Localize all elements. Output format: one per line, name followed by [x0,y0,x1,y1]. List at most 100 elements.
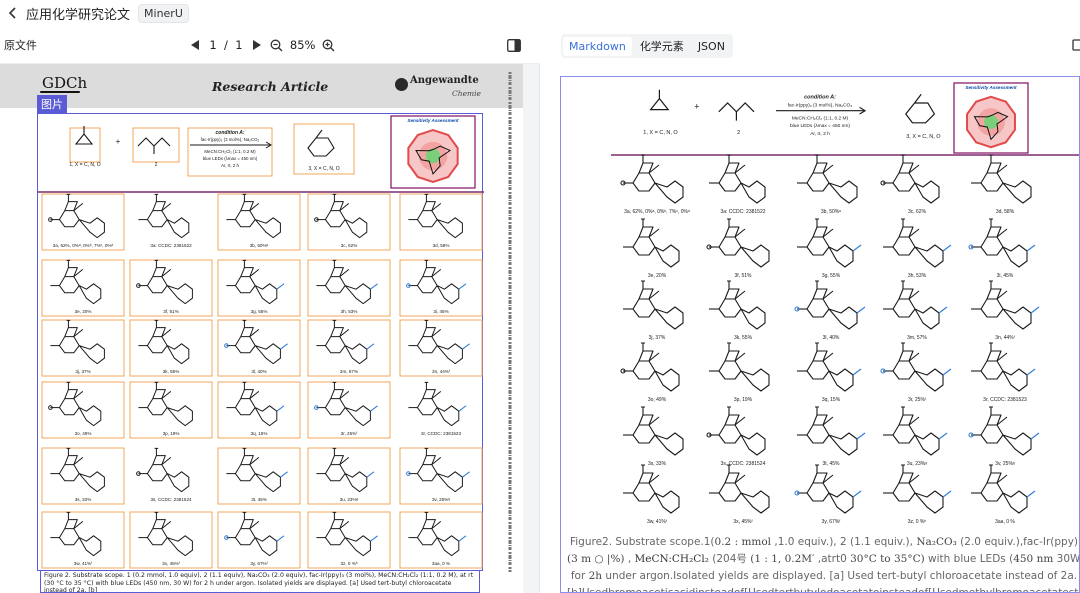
phenyl-ring [1002,306,1032,330]
phenyl-ring [166,217,190,239]
compound-cell: 3u, 23%ᵍ [883,406,948,467]
compound-cell: 3x, 45%ᶠ [129,511,213,569]
compound-cell: 3m, 57% [883,280,948,341]
zoom-out-button[interactable] [270,38,284,52]
original-pane-label: 原文件 [4,38,37,52]
figure-selection-frame[interactable]: 1, X = C, N, O +2 condition A: fac-Ir(ppy)₃… [37,113,484,571]
back-button[interactable] [2,2,24,24]
compound-label: 3m, 57% [907,335,927,341]
caption-selection-frame[interactable]: Figure 2. Substrate scope. 1 (0.2 mmol, … [40,570,480,593]
compound-cell: 3f, 51% [129,259,213,317]
compound-cell: 3b, 50%ᵉ [797,154,858,215]
compound-cell: 3w, 41%ᶠ [41,511,125,569]
highlight-substituent [938,432,948,440]
ring-bond [718,236,742,256]
prev-page-button[interactable] [188,38,202,52]
compound-structure [623,406,684,456]
plus-sign: + [694,102,699,112]
compound-cell: 3v, 25%ᵍ [399,447,483,505]
carbonyl-bond [989,406,993,415]
phenyl-ring [740,244,770,268]
highlight-substituent [856,306,866,314]
highlight-substituent [942,490,952,498]
compound-label: 3y, 67%ᶠ [250,561,267,566]
caption-text: Figure2. Substrate scope.1( [569,536,715,548]
tab-markdown[interactable]: Markdown [563,36,632,56]
tab-chemical-elements[interactable]: 化学元素 [634,35,690,57]
sensitivity-title: Sensitivity Assessment [407,118,459,123]
compound-structure [623,464,680,514]
copy-icon[interactable] [1072,39,1080,51]
phenyl-ring [914,368,944,392]
compound-cell: 3u, 23%ᵍ [307,447,391,505]
ring-bond [718,298,742,318]
caption-text: (2.0 equiv.),fac-Ir(ppy) [956,536,1079,548]
figure-tag[interactable]: 图片 [37,95,67,113]
highlight-substituent [1026,368,1036,376]
compound-cell-frame [129,511,213,569]
compound-cell: 3j, 37% [623,280,684,341]
condition-line: blue LEDs (λmax = 450 nm) [203,156,258,161]
carbonyl-bond [901,406,905,415]
zoom-in-button[interactable] [321,38,335,52]
compound-label: 3g, 55% [251,309,268,314]
compound-cell: 3a, 62%, 0%ᵃ, 0%ᵇ, 7%ᶜ, 0%ᵈ [41,193,125,251]
caption-line-3: for 2h under argon.Isolated yields are d… [567,568,1079,585]
condition-line: fac-Ir(ppy)₃ (3 mol%), Na₂CO₃ [788,102,853,108]
carbonyl-bond [901,154,905,163]
compound-cell: 3r, 25%ᶠ [307,381,391,439]
compound-label: 3w, 41%ᶠ [647,519,668,525]
compound-cell: 3y, 67%ᶠ [794,464,862,525]
compound-label: 3i, 45% [433,309,448,314]
compound-label: 3s, 33% [648,461,667,467]
compound-cell: 3w, 41%ᶠ [623,464,680,525]
carbonyl-bond [727,280,731,289]
ring-bond [718,172,742,192]
journal-subtitle: Chemie [452,89,481,98]
product-structure [307,129,335,157]
highlight-substituent [458,405,467,412]
ring-bond [980,172,1004,192]
carbonyl-bond [727,154,731,163]
compound-cell: 3e, 20% [41,259,125,317]
compound-structure [797,218,862,268]
markdown-preview[interactable]: 1, X = C, N, O +2 condition A: fac-Ir(ppy)₃… [560,76,1080,593]
compound-cell: 3a: CCDC: 2381522 [709,154,766,215]
condition-line: MeCN:CH₂Cl₂ (1:1, 0.2 M) [792,116,849,122]
compound-cell-frame [41,193,125,251]
compound-structure [968,406,1040,456]
next-page-button[interactable] [250,38,264,52]
compound-label: 3s, CCDC: 2381524 [150,497,192,502]
highlight-substituent [1030,306,1040,314]
caption-text: for [570,570,589,582]
compound-structure [797,154,858,204]
phenyl-ring [1002,368,1028,392]
compound-label: 3t, 45% [823,461,841,467]
ring-bond [632,424,656,444]
phenyl-ring [914,244,944,268]
ring-bond [718,482,742,502]
compound-cell: 3i, 45% [968,218,1036,279]
pdf-page[interactable]: GDCh Research Article Angewandte Chemie … [0,64,523,593]
sidebar-toggle-button[interactable] [507,37,522,52]
title-bar: 应用化学研究论文 MinerU [0,0,1080,26]
zoom-out-icon [270,39,283,51]
highlight-substituent [1030,432,1040,440]
ring-bond [806,236,830,256]
compound-cell: 3g, 55% [217,259,301,317]
document-title: 应用化学研究论文 [26,7,131,23]
caption-math: (3 m ○ |%) [567,553,625,565]
ring-bond [892,236,916,256]
phenyl-ring [740,490,770,514]
carbonyl-bond [424,381,429,390]
compound-cell: 3n, 44%ᶠ [399,319,483,377]
compound-structure [709,280,766,330]
compound-cell: 3z, 0 %ʰ [883,464,952,525]
compound-cell: 3aa, 0 % [971,464,1036,525]
chevron-left-icon [8,7,16,19]
tab-json[interactable]: JSON [692,37,731,56]
phenyl-ring [654,180,684,204]
phenyl-ring [654,306,684,330]
caption-text: 30W) [1056,553,1080,565]
current-page-input[interactable]: 1 [208,38,218,52]
